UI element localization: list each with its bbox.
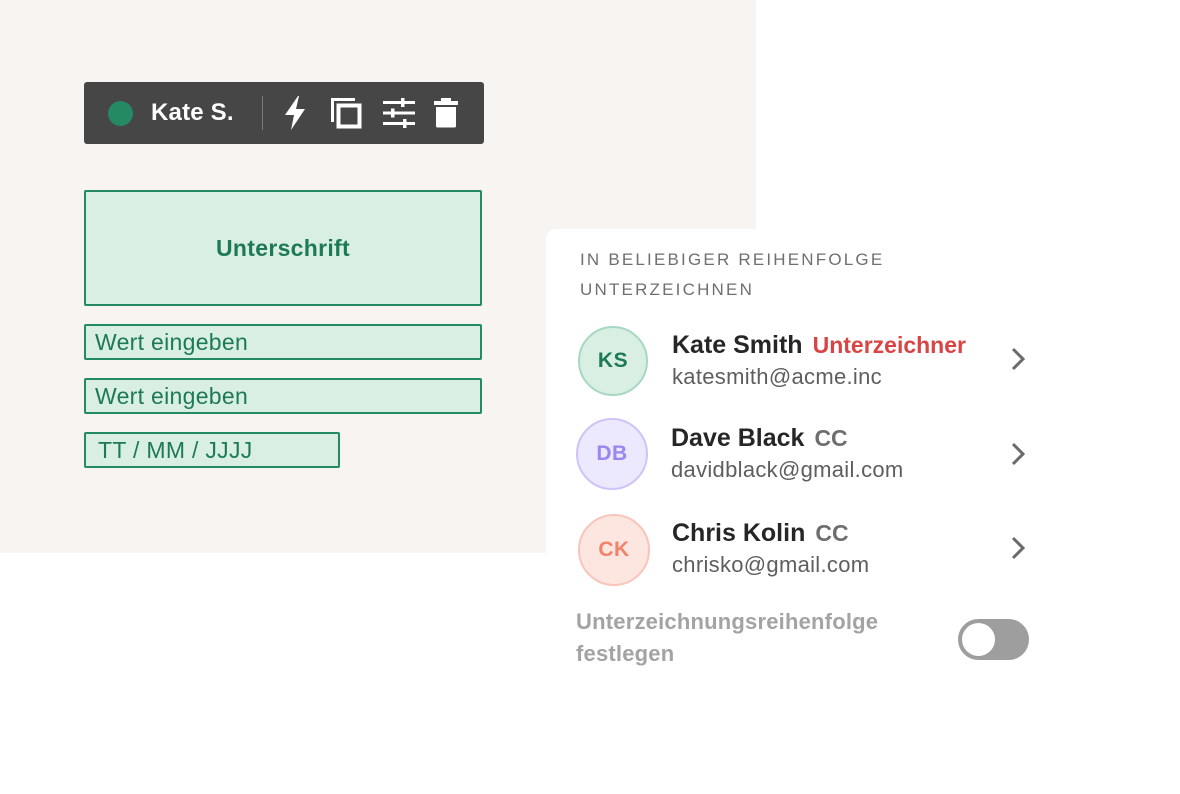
trash-icon[interactable]: [432, 93, 460, 133]
text-field-1[interactable]: Wert eingeben: [84, 324, 482, 360]
text-field-2[interactable]: Wert eingeben: [84, 378, 482, 414]
chevron-right-icon[interactable]: [1010, 535, 1026, 561]
assignee-name[interactable]: Kate S.: [151, 99, 234, 127]
recipient-name: Dave Black: [671, 424, 805, 452]
recipient-row[interactable]: DB Dave Black CC davidblack@gmail.com: [576, 417, 1036, 497]
recipient-role-badge: CC: [814, 425, 848, 451]
recipient-name: Kate Smith: [672, 331, 803, 359]
signing-order-heading: IN BELIEBIGER REIHENFOLGE UNTERZEICHNEN: [580, 250, 885, 299]
assignee-status-dot: [108, 100, 133, 126]
signature-field[interactable]: Unterschrift: [84, 190, 482, 306]
avatar: KS: [578, 326, 648, 396]
avatar: DB: [576, 418, 648, 490]
toolbar-divider: [261, 96, 263, 130]
date-field[interactable]: TT / MM / JJJJ: [84, 432, 340, 468]
signing-order-label: Unterzeichnungsreihenfolge festlegen: [576, 609, 879, 666]
avatar: CK: [578, 514, 650, 586]
recipient-row[interactable]: CK Chris Kolin CC chrisko@gmail.com: [576, 514, 1036, 594]
copy-icon[interactable]: [329, 93, 363, 133]
recipient-name: Chris Kolin: [672, 519, 806, 547]
sliders-icon[interactable]: [382, 93, 415, 133]
recipient-row[interactable]: KS Kate Smith Unterzeichner katesmith@acm…: [576, 326, 1036, 406]
recipient-role-badge: CC: [815, 520, 849, 546]
field-toolbar: Kate S.: [84, 82, 484, 144]
chevron-right-icon[interactable]: [1010, 441, 1026, 467]
signing-order-toggle[interactable]: [958, 619, 1029, 660]
recipient-email: katesmith@acme.inc: [672, 364, 882, 389]
recipients-panel: IN BELIEBIGER REIHENFOLGE UNTERZEICHNEN …: [546, 229, 1180, 794]
recipient-role-badge: Unterzeichner: [812, 332, 966, 358]
lightning-icon[interactable]: [281, 93, 309, 133]
recipient-email: davidblack@gmail.com: [671, 457, 904, 482]
chevron-right-icon[interactable]: [1010, 346, 1026, 372]
toggle-knob: [962, 623, 995, 656]
recipient-email: chrisko@gmail.com: [672, 552, 870, 577]
